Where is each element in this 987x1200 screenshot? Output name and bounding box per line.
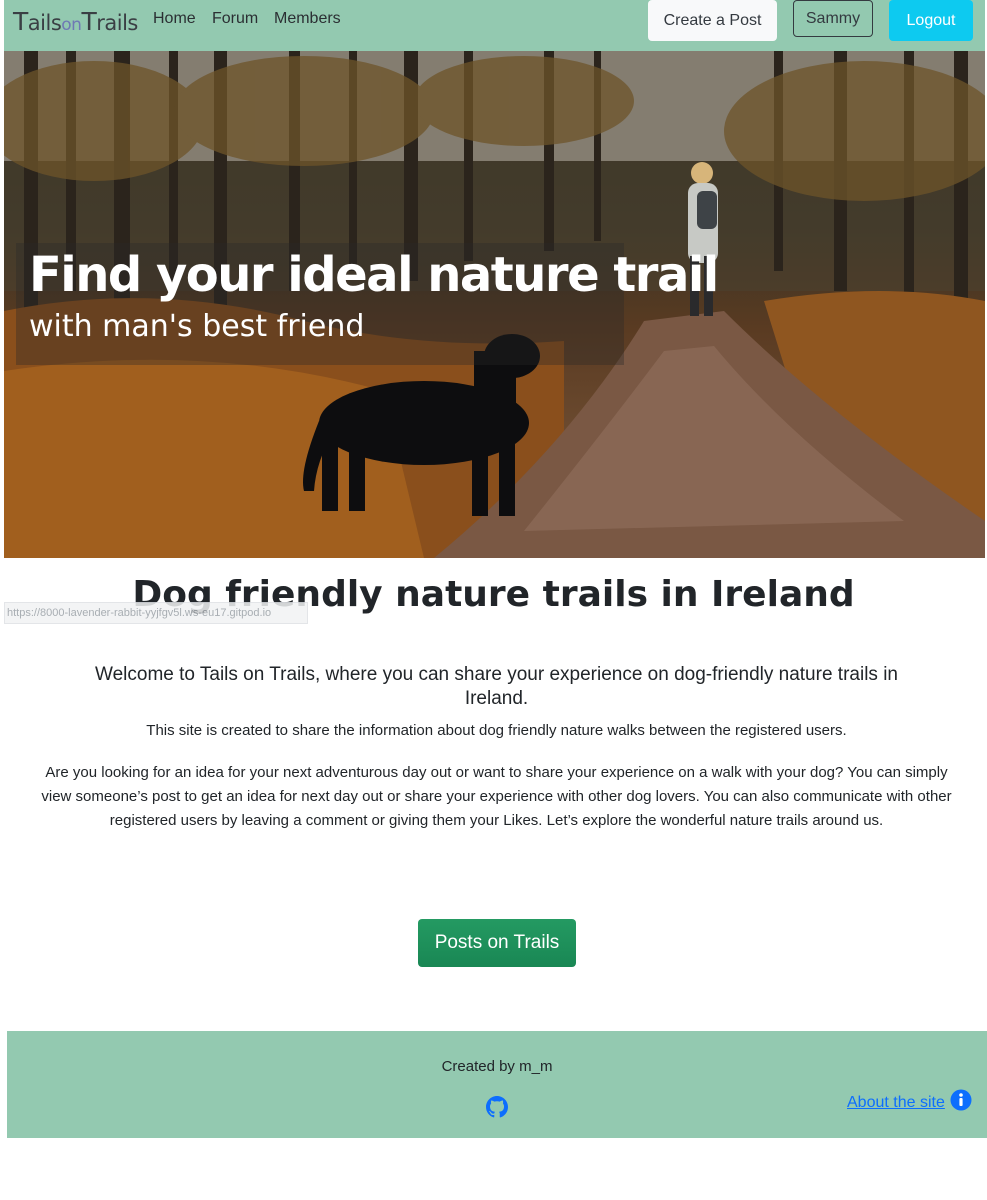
brand-letter: T xyxy=(13,7,28,36)
posts-on-trails-button[interactable]: Posts on Trails xyxy=(418,919,576,967)
brand-logo[interactable]: TailsonTrails xyxy=(13,7,138,36)
site-intro-paragraph: Are you looking for an idea for your nex… xyxy=(41,764,952,829)
create-post-button[interactable]: Create a Post xyxy=(648,0,777,41)
nav-link-forum[interactable]: Forum xyxy=(212,10,258,28)
logout-button[interactable]: Logout xyxy=(889,0,973,41)
brand-text: rails xyxy=(96,11,138,35)
github-icon[interactable] xyxy=(486,1096,508,1118)
info-circle-icon[interactable] xyxy=(950,1089,972,1111)
nav-link-home[interactable]: Home xyxy=(153,10,196,28)
created-by-text: Created by m_m xyxy=(441,1058,553,1075)
footer: Created by m_m About the site xyxy=(7,1031,987,1138)
hero-subtitle: with man's best friend xyxy=(29,309,365,344)
navbar: TailsonTrails Home Forum Members Create … xyxy=(4,0,985,51)
user-profile-button[interactable]: Sammy xyxy=(793,0,873,37)
status-bar-url: https://8000-lavender-rabbit-yyjfgv5l.ws… xyxy=(4,602,308,624)
hero-banner: Find your ideal nature trail with man's … xyxy=(4,51,985,558)
hero-title: Find your ideal nature trail xyxy=(29,247,719,303)
brand-text: ails xyxy=(27,11,62,35)
brand-letter: T xyxy=(81,7,97,36)
nav-link-members[interactable]: Members xyxy=(274,10,341,28)
brand-text-on: on xyxy=(61,15,82,35)
site-description: This site is created to share the inform… xyxy=(146,722,847,739)
welcome-text: Welcome to Tails on Trails, where you ca… xyxy=(95,664,898,709)
about-site-link[interactable]: About the site xyxy=(847,1094,945,1112)
